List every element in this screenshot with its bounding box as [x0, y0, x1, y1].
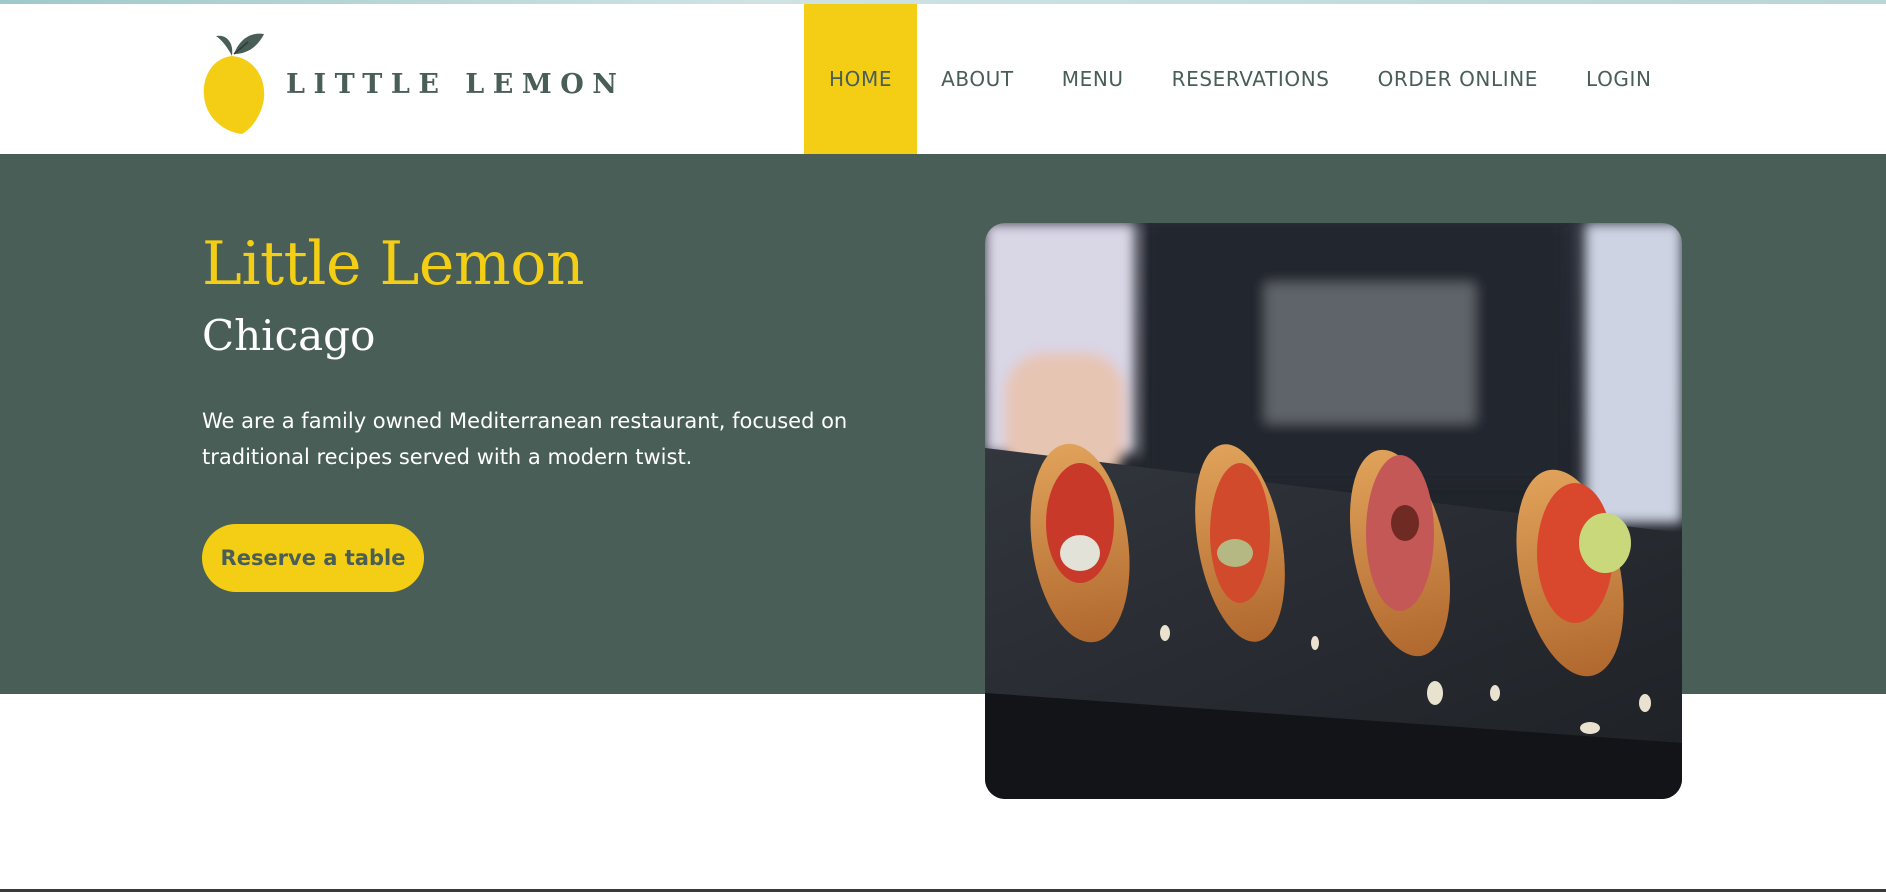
- nav-item-menu[interactable]: MENU: [1038, 4, 1148, 154]
- hero-description: We are a family owned Mediterranean rest…: [202, 409, 848, 469]
- nav-item-home[interactable]: HOME: [804, 4, 918, 154]
- hero-food-photo: [985, 223, 1682, 799]
- lemon-icon: [203, 33, 265, 134]
- nav-item-login[interactable]: LOGIN: [1562, 4, 1676, 154]
- reserve-table-button[interactable]: Reserve a table: [202, 524, 424, 592]
- brand-name: LITTLE LEMON: [286, 68, 626, 100]
- main-nav: HOME ABOUT MENU RESERVATIONS ORDER ONLIN…: [804, 4, 1676, 154]
- nav-item-reservations[interactable]: RESERVATIONS: [1148, 4, 1354, 154]
- logo[interactable]: LITTLE LEMON: [202, 26, 625, 136]
- hero-title: Little Lemon: [202, 229, 585, 299]
- nav-item-order-online[interactable]: ORDER ONLINE: [1354, 4, 1562, 154]
- nav-item-about[interactable]: ABOUT: [917, 4, 1038, 154]
- hero-subtitle: Chicago: [202, 311, 376, 360]
- site-header: LITTLE LEMON HOME ABOUT MENU RESERVATION…: [0, 4, 1886, 154]
